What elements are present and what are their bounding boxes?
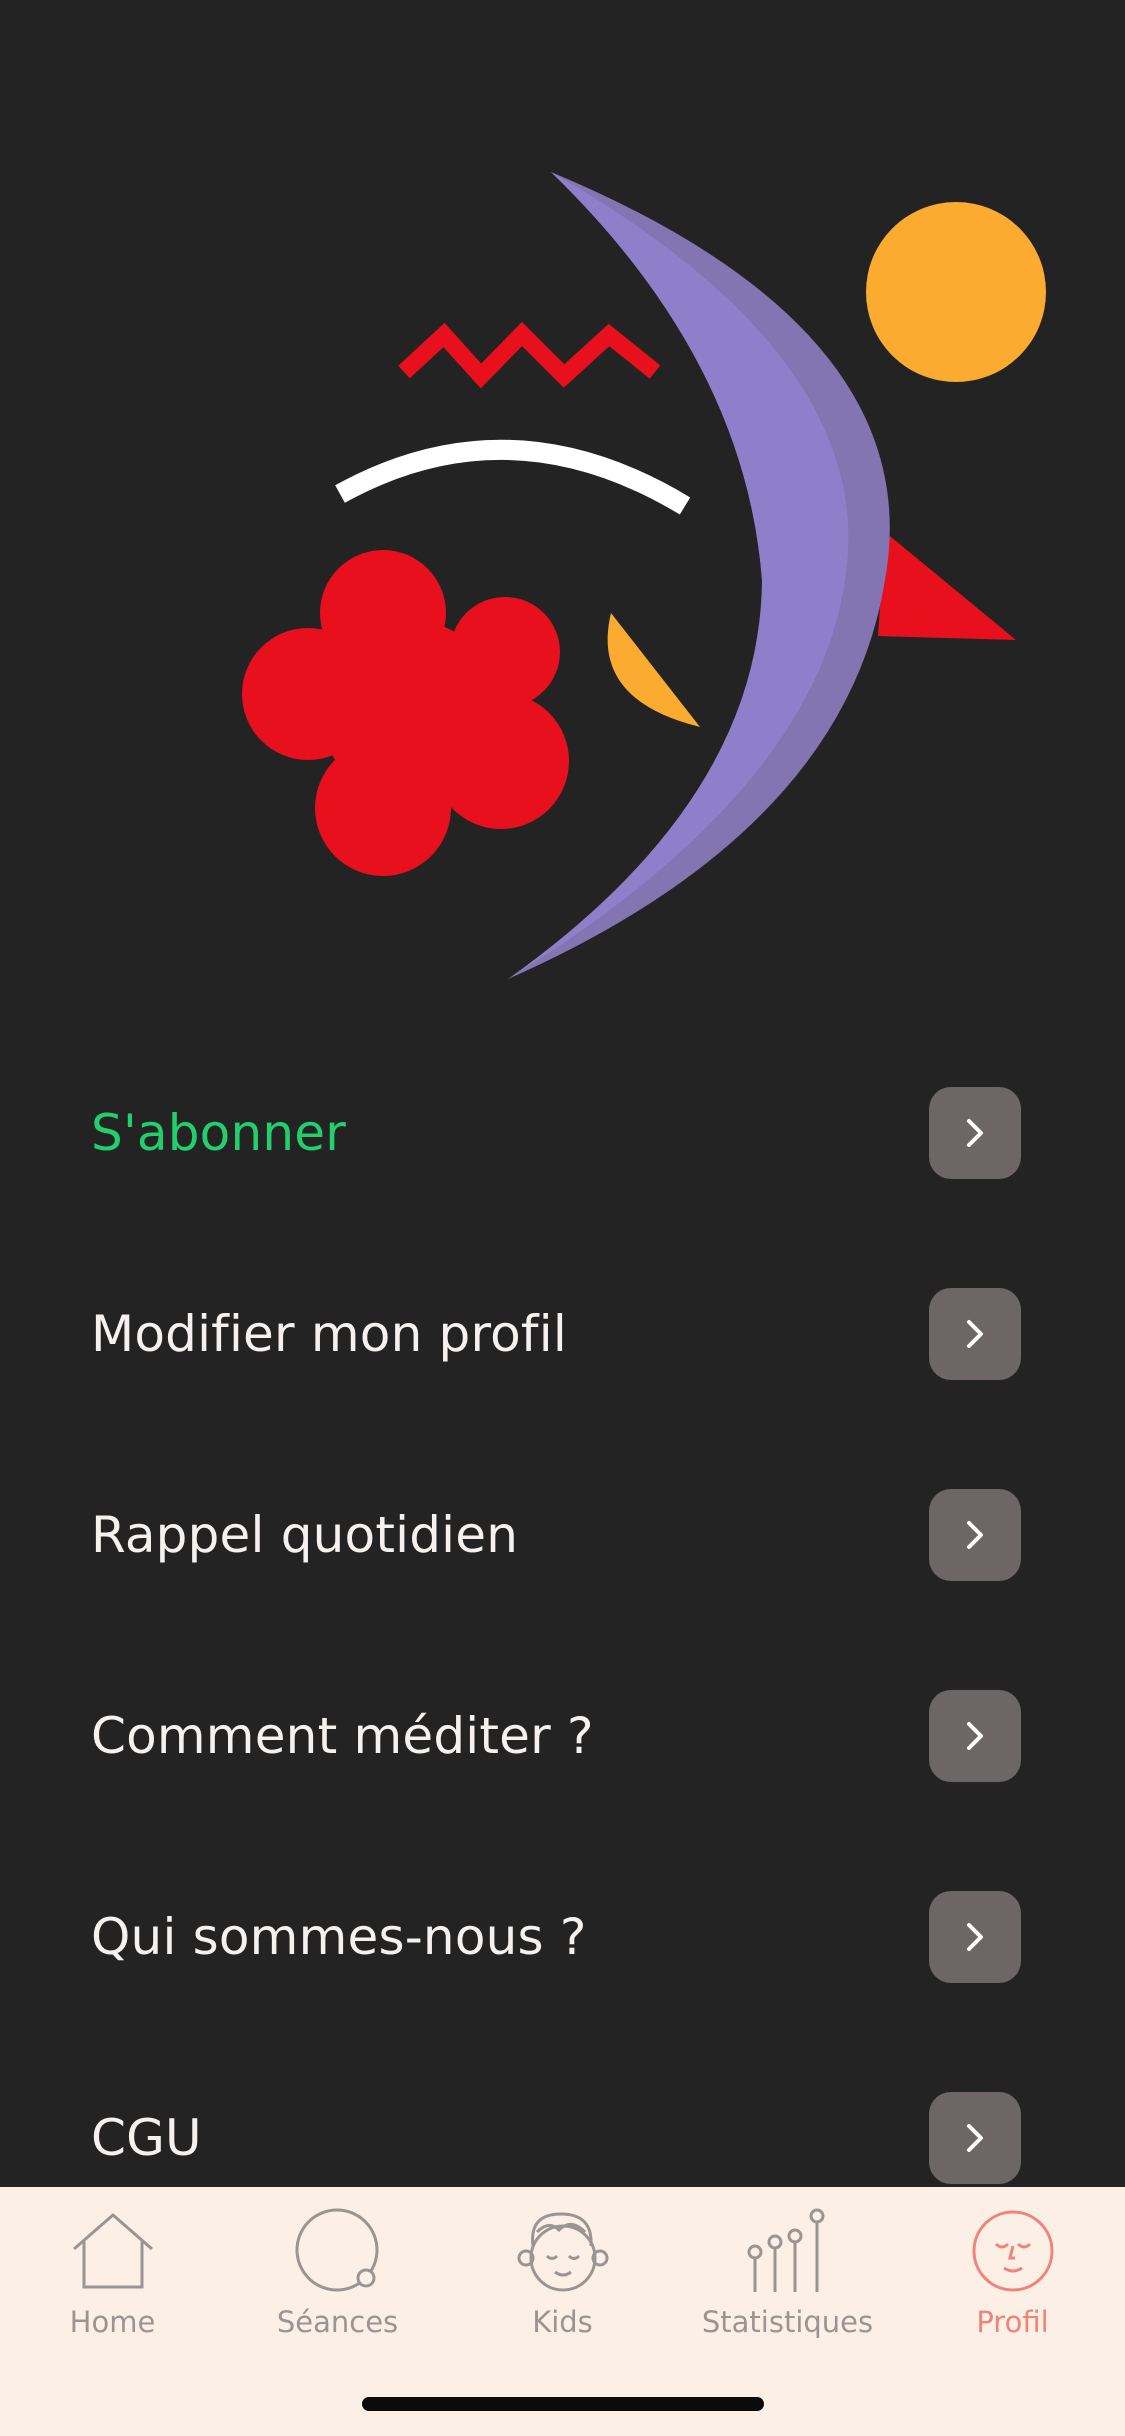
menu-item-terms[interactable]: CGU [0,2037,1125,2187]
tab-label: Séances [276,2305,399,2339]
chevron-button[interactable] [929,1890,1021,1983]
menu-item-how-to-meditate[interactable]: Comment méditer ? [0,1635,1125,1836]
tab-profil[interactable]: Profil [900,2201,1125,2351]
menu-item-label: CGU [91,2108,202,2167]
menu-item-edit-profile[interactable]: Modifier mon profil [0,1233,1125,1434]
menu-item-daily-reminder[interactable]: Rappel quotidien [0,1434,1125,1635]
child-face-icon [515,2201,611,2301]
profile-illustration [0,0,1125,1010]
home-indicator [362,2397,764,2411]
menu-item-label: Qui sommes-nous ? [91,1907,587,1966]
menu-item-label: Comment méditer ? [91,1706,594,1765]
tab-label: Home [69,2305,156,2339]
menu-item-label: S'abonner [91,1103,346,1162]
menu-item-label: Modifier mon profil [91,1304,567,1363]
tab-label: Statistiques [701,2305,874,2339]
orange-slice-shape [607,613,700,727]
sun-shape [866,202,1046,382]
stats-icon [743,2201,833,2301]
profile-menu: S'abonner Modifier mon profil Rappel quo… [0,1032,1125,2187]
chevron-button[interactable] [929,1488,1021,1581]
white-arc-shape [335,439,691,515]
tab-seances[interactable]: Séances [225,2201,450,2351]
menu-item-label: Rappel quotidien [91,1505,519,1564]
zigzag-shape [398,321,661,389]
chevron-right-icon [967,1721,983,1750]
tab-kids[interactable]: Kids [450,2201,675,2351]
chevron-right-icon [967,1922,983,1951]
tab-home[interactable]: Home [0,2201,225,2351]
chevron-button[interactable] [929,1689,1021,1782]
beak-shape [878,532,1016,640]
chevron-right-icon [967,2123,983,2152]
tab-statistiques[interactable]: Statistiques [675,2201,900,2351]
chevron-right-icon [967,1319,983,1348]
chevron-right-icon [967,1520,983,1549]
tab-label: Profil [976,2305,1049,2339]
menu-item-about-us[interactable]: Qui sommes-nous ? [0,1836,1125,2037]
chevron-button[interactable] [929,1287,1021,1380]
circle-icon [293,2201,383,2301]
tab-label: Kids [532,2305,593,2339]
flower-shape [242,550,569,876]
smiling-face-icon [968,2201,1058,2301]
house-icon [68,2201,158,2301]
chevron-button[interactable] [929,1086,1021,1179]
chevron-right-icon [967,1118,983,1147]
chevron-button[interactable] [929,2091,1021,2184]
menu-item-subscribe[interactable]: S'abonner [0,1032,1125,1233]
